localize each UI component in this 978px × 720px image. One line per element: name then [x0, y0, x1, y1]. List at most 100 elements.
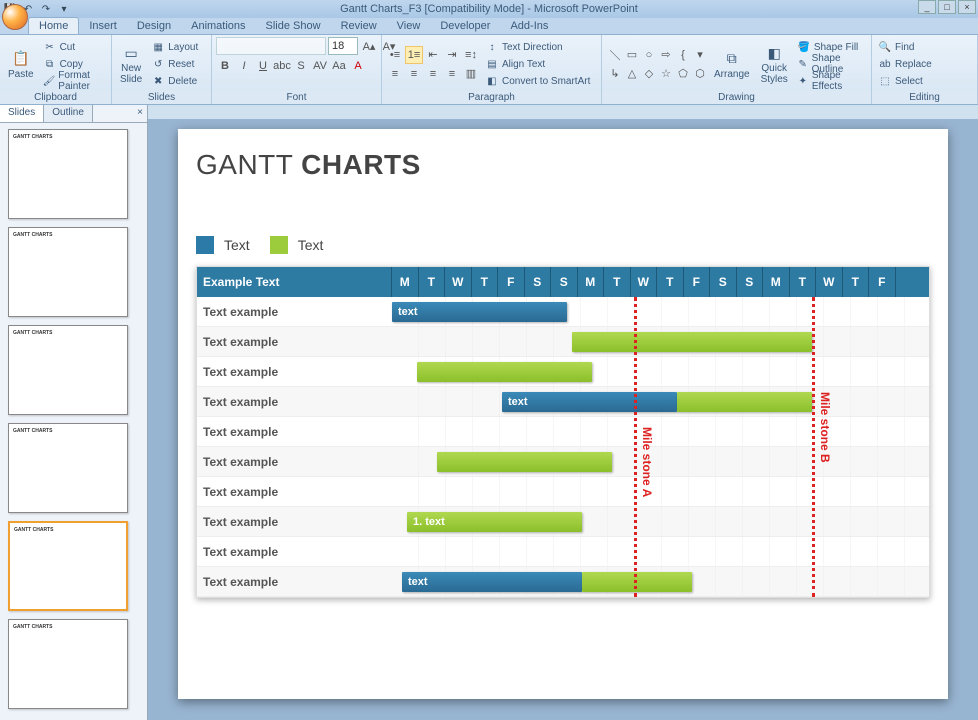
qat-more-icon[interactable]: ▾ [56, 1, 72, 17]
shape-more-icon[interactable]: ▾ [691, 46, 709, 64]
increase-indent-button[interactable]: ⇥ [443, 46, 461, 64]
thumbnail-1[interactable]: GANTT CHARTS [8, 129, 128, 219]
columns-button[interactable]: ▥ [462, 65, 480, 83]
find-button[interactable]: 🔍Find [876, 39, 934, 55]
gantt-bar[interactable] [417, 362, 592, 382]
redo-icon[interactable]: ↷ [38, 1, 54, 17]
layout-button[interactable]: ▦Layout [149, 39, 200, 55]
tab-developer[interactable]: Developer [430, 18, 500, 34]
tab-addins[interactable]: Add-Ins [500, 18, 558, 34]
gantt-row[interactable]: Text exampletext [197, 567, 929, 597]
justify-button[interactable]: ≡ [443, 65, 461, 83]
office-button[interactable] [2, 4, 28, 30]
gantt-bar[interactable] [437, 452, 612, 472]
align-center-button[interactable]: ≡ [405, 65, 423, 83]
char-spacing-button[interactable]: AV [311, 57, 329, 75]
gantt-bar[interactable]: text [502, 392, 677, 412]
convert-smartart-button[interactable]: ◧Convert to SmartArt [483, 73, 592, 89]
new-slide-button[interactable]: ▭ New Slide [116, 41, 146, 87]
milestone-b-label[interactable]: Mile stone B [818, 392, 832, 463]
legend-item-2[interactable]: Text [270, 236, 324, 254]
underline-button[interactable]: U [254, 57, 272, 75]
gantt-bar[interactable] [582, 572, 692, 592]
tab-review[interactable]: Review [331, 18, 387, 34]
numbering-button[interactable]: 1≡ [405, 46, 423, 64]
shapes-gallery[interactable]: ＼ ▭ ○ ⇨ { ▾ ↳ △ ◇ ☆ ⬠ ⬡ [606, 46, 707, 83]
shape-triangle-icon[interactable]: △ [623, 65, 641, 83]
minimize-button[interactable]: _ [918, 0, 936, 14]
tab-slideshow[interactable]: Slide Show [256, 18, 331, 34]
gantt-row[interactable]: Text example [197, 327, 929, 357]
gantt-bar[interactable] [677, 392, 812, 412]
reset-button[interactable]: ↺Reset [149, 56, 200, 72]
thumbnail-6[interactable]: GANTT CHARTS [8, 619, 128, 709]
shape-connector-icon[interactable]: ↳ [606, 65, 624, 83]
shape-rect-icon[interactable]: ▭ [623, 46, 641, 64]
decrease-indent-button[interactable]: ⇤ [424, 46, 442, 64]
strike-button[interactable]: abc [273, 57, 291, 75]
align-text-button[interactable]: ▤Align Text [483, 56, 592, 72]
delete-button[interactable]: ✖Delete [149, 73, 200, 89]
tab-view[interactable]: View [387, 18, 431, 34]
shape-brace-icon[interactable]: { [674, 46, 692, 64]
shadow-button[interactable]: S [292, 57, 310, 75]
gantt-row[interactable]: Text example1. text [197, 507, 929, 537]
italic-button[interactable]: I [235, 57, 253, 75]
maximize-button[interactable]: □ [938, 0, 956, 14]
panel-close-icon[interactable]: × [137, 107, 143, 118]
text-direction-button[interactable]: ↕Text Direction [483, 39, 592, 55]
thumbnail-2[interactable]: GANTT CHARTS [8, 227, 128, 317]
gantt-chart[interactable]: Example Text MTWTFSSMTWTFSSMTWTF Text ex… [196, 266, 930, 598]
shape-star-icon[interactable]: ☆ [657, 65, 675, 83]
milestone-a-line[interactable] [634, 297, 637, 597]
tab-animations[interactable]: Animations [181, 18, 255, 34]
tab-insert[interactable]: Insert [79, 18, 127, 34]
milestone-a-label[interactable]: Mile stone A [640, 427, 654, 497]
gantt-bar[interactable] [572, 332, 812, 352]
gantt-bar[interactable]: text [392, 302, 567, 322]
align-right-button[interactable]: ≡ [424, 65, 442, 83]
gantt-bar[interactable]: text [402, 572, 582, 592]
editor-area[interactable]: GANTT CHARTS Text Text Example Text MTWT… [148, 105, 978, 720]
grow-font-button[interactable]: A▴ [360, 37, 378, 55]
shape-arrow-icon[interactable]: ⇨ [657, 46, 675, 64]
shape-hex-icon[interactable]: ⬡ [691, 65, 709, 83]
slide-title[interactable]: GANTT CHARTS [196, 149, 930, 181]
slide-canvas[interactable]: GANTT CHARTS Text Text Example Text MTWT… [178, 129, 948, 699]
shape-line-icon[interactable]: ＼ [606, 46, 624, 64]
gantt-row[interactable]: Text example [197, 537, 929, 567]
font-family-combo[interactable] [216, 37, 326, 55]
select-button[interactable]: ⬚Select [876, 73, 934, 89]
cut-button[interactable]: ✂Cut [41, 39, 107, 55]
gantt-row[interactable]: Text exampletext [197, 297, 929, 327]
format-painter-button[interactable]: 🖌Format Painter [41, 73, 107, 89]
font-color-button[interactable]: A [349, 57, 367, 75]
tab-home[interactable]: Home [28, 17, 79, 34]
legend-item-1[interactable]: Text [196, 236, 250, 254]
milestone-b-line[interactable] [812, 297, 815, 597]
line-spacing-button[interactable]: ≡↕ [462, 46, 480, 64]
shape-diamond-icon[interactable]: ◇ [640, 65, 658, 83]
shape-callout-icon[interactable]: ⬠ [674, 65, 692, 83]
font-size-combo[interactable]: 18 [328, 37, 358, 55]
thumbnails[interactable]: GANTT CHARTS GANTT CHARTS GANTT CHARTS G… [0, 123, 147, 720]
tab-outline[interactable]: Outline [44, 105, 93, 122]
change-case-button[interactable]: Aa [330, 57, 348, 75]
thumbnail-4[interactable]: GANTT CHARTS [8, 423, 128, 513]
shape-oval-icon[interactable]: ○ [640, 46, 658, 64]
tab-design[interactable]: Design [127, 18, 181, 34]
paste-button[interactable]: 📋 Paste [4, 47, 38, 82]
arrange-button[interactable]: ⧉Arrange [710, 47, 754, 82]
gantt-bar[interactable]: 1. text [407, 512, 582, 532]
bullets-button[interactable]: •≡ [386, 46, 404, 64]
thumbnail-5[interactable]: GANTT CHARTS [8, 521, 128, 611]
align-left-button[interactable]: ≡ [386, 65, 404, 83]
gantt-row[interactable]: Text example [197, 357, 929, 387]
close-button[interactable]: × [958, 0, 976, 14]
gantt-row[interactable]: Text example [197, 477, 929, 507]
thumbnail-3[interactable]: GANTT CHARTS [8, 325, 128, 415]
shape-effects-button[interactable]: ✦Shape Effects [795, 73, 867, 89]
quick-styles-button[interactable]: ◧Quick Styles [757, 41, 792, 87]
replace-button[interactable]: abReplace [876, 56, 934, 72]
bold-button[interactable]: B [216, 57, 234, 75]
